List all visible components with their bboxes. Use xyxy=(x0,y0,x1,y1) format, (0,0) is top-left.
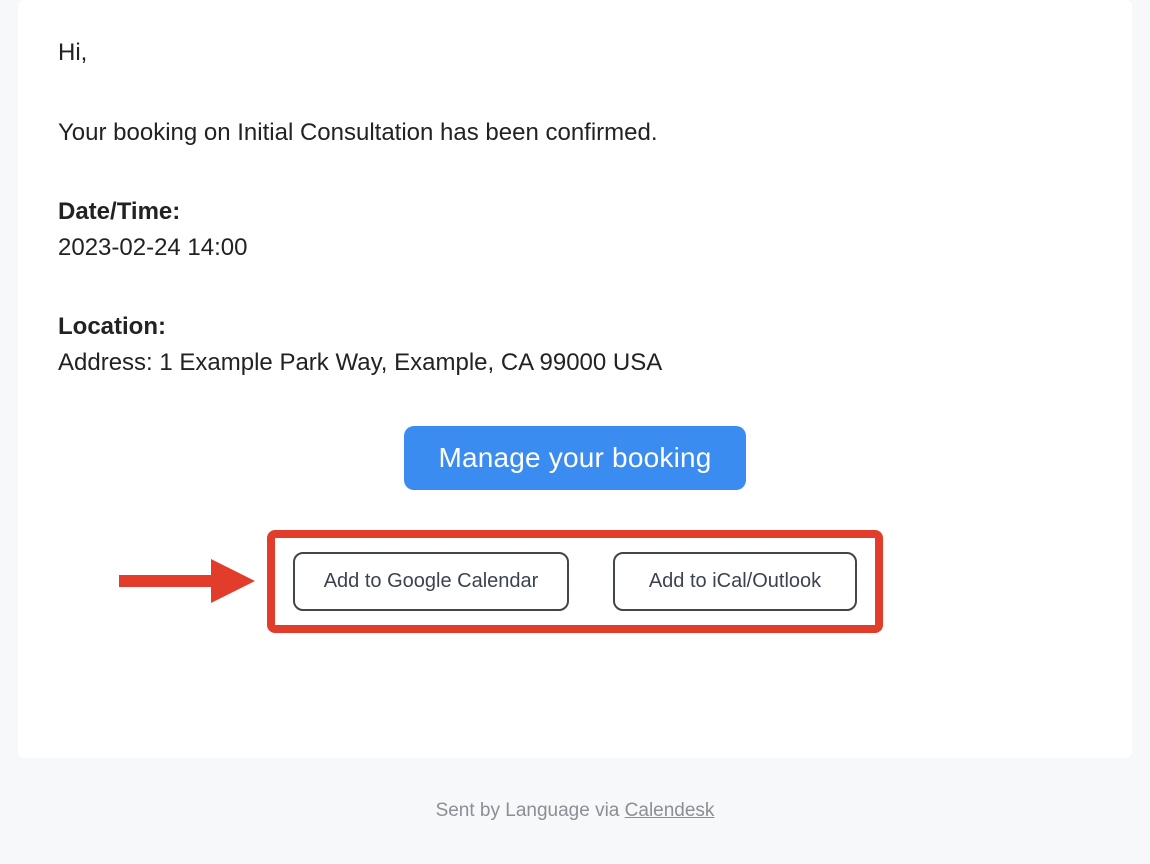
email-card: Hi, Your booking on Initial Consultation… xyxy=(18,0,1132,758)
footer-prefix: Sent by Language via xyxy=(436,800,625,821)
location-label: Location: xyxy=(58,310,1092,344)
datetime-label: Date/Time: xyxy=(58,195,1092,229)
manage-booking-button[interactable]: Manage your booking xyxy=(404,426,745,490)
calendar-buttons-highlight: Add to Google Calendar Add to iCal/Outlo… xyxy=(267,530,883,633)
location-value: Address: 1 Example Park Way, Example, CA… xyxy=(58,346,1092,380)
location-block: Location: Address: 1 Example Park Way, E… xyxy=(58,310,1092,379)
confirmation-text: Your booking on Initial Consultation has… xyxy=(58,116,1092,150)
add-ical-outlook-button[interactable]: Add to iCal/Outlook xyxy=(613,552,857,611)
datetime-value: 2023-02-24 14:00 xyxy=(58,231,1092,265)
manage-button-wrap: Manage your booking xyxy=(58,426,1092,490)
greeting-text: Hi, xyxy=(58,36,1092,70)
annotation-arrow-icon xyxy=(115,551,255,611)
email-footer: Sent by Language via Calendesk xyxy=(0,800,1150,822)
add-google-calendar-button[interactable]: Add to Google Calendar xyxy=(293,552,569,611)
datetime-block: Date/Time: 2023-02-24 14:00 xyxy=(58,195,1092,264)
calendesk-link[interactable]: Calendesk xyxy=(625,800,715,821)
